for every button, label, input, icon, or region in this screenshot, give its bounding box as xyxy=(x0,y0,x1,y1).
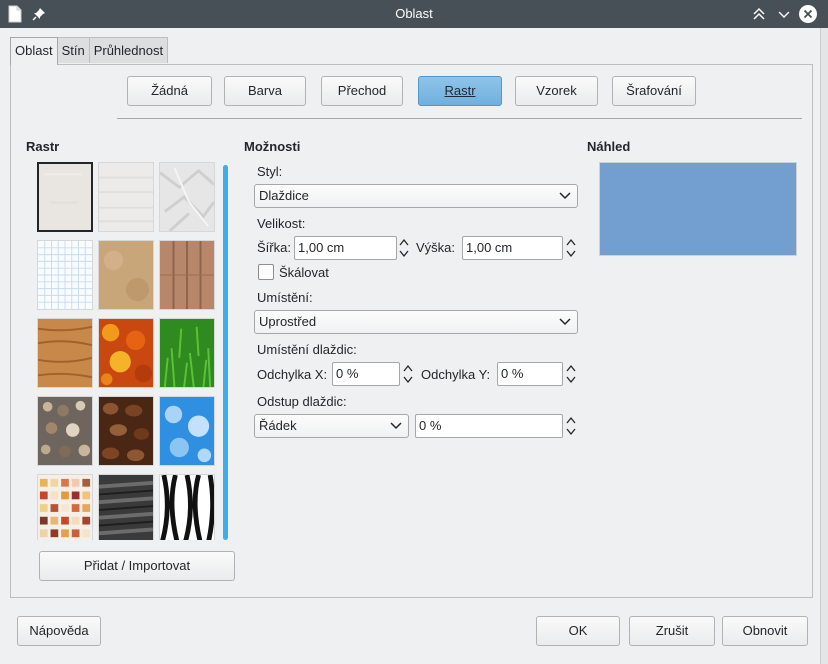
fill-gradient-label: Přechod xyxy=(337,83,387,98)
separator xyxy=(117,118,802,119)
style-value: Dlaždice xyxy=(259,188,309,203)
bitmap-tile-fence[interactable] xyxy=(159,240,215,310)
style-dropdown[interactable]: Dlaždice xyxy=(254,184,578,208)
position-value: Uprostřed xyxy=(259,314,317,329)
fill-color-label: Barva xyxy=(248,83,282,98)
bitmap-tile-painted-white[interactable] xyxy=(37,162,93,232)
reset-button[interactable]: Obnovit xyxy=(722,616,808,646)
tab-pruhlednost[interactable]: Průhlednost xyxy=(88,37,169,63)
height-label: Výška: xyxy=(416,240,456,255)
preview-heading: Náhled xyxy=(587,139,631,154)
spin-arrows-icon xyxy=(566,238,576,258)
bitmap-tile-paper-graph[interactable] xyxy=(37,240,93,310)
spin-arrows-icon xyxy=(399,238,409,258)
fill-pattern-label: Vzorek xyxy=(536,83,577,98)
bitmap-tile-paper-crumpled[interactable] xyxy=(159,162,215,232)
scrollbar-thumb[interactable] xyxy=(223,165,228,540)
offset-x-label: Odchylka X: xyxy=(257,367,328,382)
chevron-down-icon xyxy=(559,192,571,200)
bitmap-grid xyxy=(37,162,217,540)
width-label: Šířka: xyxy=(257,240,291,255)
bitmap-tile-wooden-board[interactable] xyxy=(37,318,93,388)
tab-bar: Oblast Stín Průhlednost xyxy=(10,37,169,65)
spin-arrows-icon xyxy=(566,416,576,436)
bitmap-tile-invoice-paper[interactable] xyxy=(98,474,154,540)
tile-offset-field[interactable]: 0 % xyxy=(415,414,563,438)
bitmap-tile-lawn[interactable] xyxy=(159,318,215,388)
ok-button[interactable]: OK xyxy=(536,616,620,646)
fill-none-button[interactable]: Žádná xyxy=(127,76,212,106)
preview-swatch xyxy=(599,162,797,256)
bitmap-tile-paper-texture[interactable] xyxy=(98,162,154,232)
fill-pattern-button[interactable]: Vzorek xyxy=(515,76,598,106)
position-label: Umístění: xyxy=(257,290,313,305)
offset-y-label: Odchylka Y: xyxy=(421,367,491,382)
bitmap-heading: Rastr xyxy=(26,139,60,154)
chevron-down-icon xyxy=(390,422,402,430)
bitmap-tile-zebra[interactable] xyxy=(159,474,215,540)
scale-label: Škálovat xyxy=(279,265,329,280)
height-spinner[interactable] xyxy=(565,236,577,260)
fill-hatching-button[interactable]: Šrafování xyxy=(612,76,696,106)
height-field[interactable]: 1,00 cm xyxy=(462,236,563,260)
title-bar: Oblast xyxy=(0,0,828,28)
size-label: Velikost: xyxy=(257,216,306,231)
scale-checkbox[interactable] xyxy=(258,264,274,280)
fill-bitmap-button[interactable]: Rastr xyxy=(418,76,502,106)
tab-oblast[interactable]: Oblast xyxy=(10,37,58,65)
tile-offset-mode-value: Řádek xyxy=(259,418,297,433)
offset-x-field[interactable]: 0 % xyxy=(332,362,400,386)
spin-arrows-icon xyxy=(566,364,576,384)
bitmap-scrollbar[interactable] xyxy=(223,165,228,540)
spin-arrows-icon xyxy=(403,364,413,384)
cancel-button[interactable]: Zrušit xyxy=(629,616,715,646)
fill-none-label: Žádná xyxy=(151,83,188,98)
close-icon[interactable] xyxy=(798,4,818,24)
bitmap-tile-maple-leaves[interactable] xyxy=(98,318,154,388)
width-field[interactable]: 1,00 cm xyxy=(294,236,397,260)
fill-hatching-label: Šrafování xyxy=(626,83,682,98)
fill-bitmap-label: Rastr xyxy=(444,83,476,98)
window-edge xyxy=(820,28,828,664)
bitmap-tile-little-clouds[interactable] xyxy=(159,396,215,466)
chevron-down-icon xyxy=(559,318,571,326)
options-heading: Možnosti xyxy=(244,139,301,154)
tile-offset-spinner[interactable] xyxy=(565,414,577,438)
fill-gradient-button[interactable]: Přechod xyxy=(321,76,403,106)
tab-stin[interactable]: Stín xyxy=(56,37,90,63)
offset-y-spinner[interactable] xyxy=(565,362,577,386)
width-spinner[interactable] xyxy=(398,236,410,260)
bitmap-tile-parchment-paper[interactable] xyxy=(98,240,154,310)
offset-y-field[interactable]: 0 % xyxy=(497,362,563,386)
bitmap-tile-color-stripes[interactable] xyxy=(37,474,93,540)
tile-offset-mode-dropdown[interactable]: Řádek xyxy=(254,414,409,438)
window-title: Oblast xyxy=(395,6,433,21)
offset-x-spinner[interactable] xyxy=(402,362,414,386)
fill-color-button[interactable]: Barva xyxy=(224,76,306,106)
keep-above-icon[interactable] xyxy=(750,5,768,23)
add-import-button[interactable]: Přidat / Importovat xyxy=(39,551,235,581)
tile-position-label: Umístění dlaždic: xyxy=(257,342,357,357)
position-dropdown[interactable]: Uprostřed xyxy=(254,310,578,334)
tile-offset-label: Odstup dlaždic: xyxy=(257,394,347,409)
bitmap-tile-colorful-pebbles[interactable] xyxy=(37,396,93,466)
minimize-icon[interactable] xyxy=(775,5,793,23)
style-label: Styl: xyxy=(257,164,283,179)
help-button[interactable]: Nápověda xyxy=(17,616,101,646)
bitmap-tile-coffee-beans[interactable] xyxy=(98,396,154,466)
